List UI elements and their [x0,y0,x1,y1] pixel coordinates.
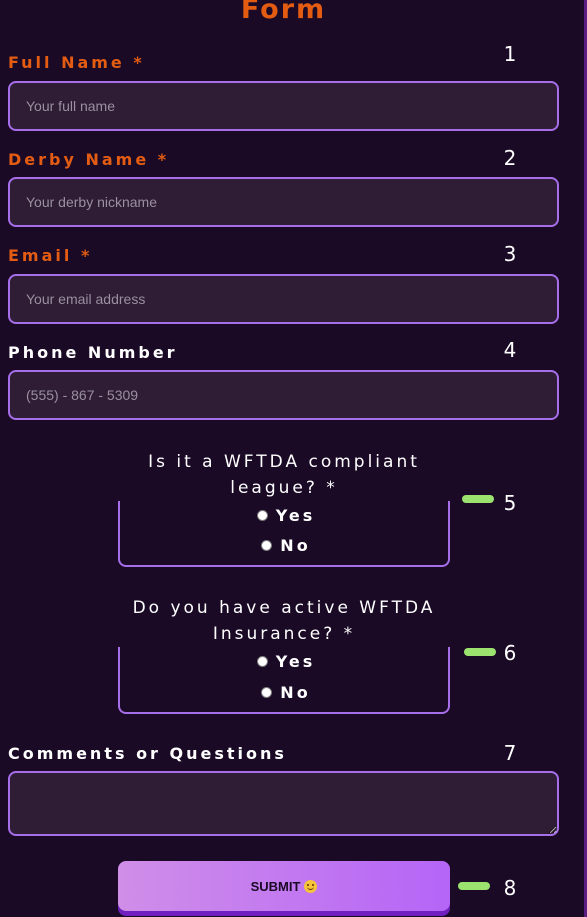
wftda-league-yes-radio[interactable] [256,510,268,521]
wftda-insurance-no-radio[interactable] [261,687,273,698]
comments-label: Comments or Questions [8,744,287,763]
submit-button[interactable]: SUBMIT [118,861,450,911]
wftda-league-yes-option[interactable]: Yes [120,506,452,525]
green-marker-8 [458,882,490,890]
wftda-league-no-option[interactable]: No [120,536,452,555]
annotation-number-8: 8 [503,876,517,900]
wftda-insurance-yes-option[interactable]: Yes [120,652,452,671]
email-label: Email * [8,246,93,265]
wftda-insurance-question: Do you have active WFTDA Insurance? * [118,595,450,647]
wftda-league-no-label: No [280,536,311,555]
wftda-league-yes-label: Yes [275,506,316,525]
derby-name-input[interactable] [8,177,559,227]
annotation-number-2: 2 [503,146,517,170]
wftda-insurance-no-label: No [280,683,311,702]
wftda-insurance-yes-label: Yes [275,652,316,671]
phone-number-label: Phone Number [8,343,178,362]
phone-number-input[interactable] [8,370,559,420]
form-title: Form [240,0,327,25]
submit-label: SUBMIT [250,878,301,894]
annotation-number-6: 6 [503,641,517,665]
annotation-number-1: 1 [503,42,517,66]
wftda-league-question: Is it a WFTDA compliant league? * [118,449,450,501]
wftda-insurance-no-option[interactable]: No [120,683,452,702]
wftda-insurance-yes-radio[interactable] [256,656,268,667]
annotation-number-7: 7 [503,741,517,765]
wftda-league-no-radio[interactable] [261,540,273,551]
green-marker-6 [464,648,496,656]
comments-textarea[interactable] [8,771,559,836]
smiling-face-icon [304,879,318,893]
full-name-input[interactable] [8,81,559,131]
annotation-number-4: 4 [503,338,517,362]
annotation-number-3: 3 [503,242,517,266]
email-input[interactable] [8,274,559,324]
green-marker-5 [462,495,494,503]
derby-name-label: Derby Name * [8,150,170,169]
full-name-label: Full Name * [8,53,145,72]
annotation-number-5: 5 [503,491,517,515]
